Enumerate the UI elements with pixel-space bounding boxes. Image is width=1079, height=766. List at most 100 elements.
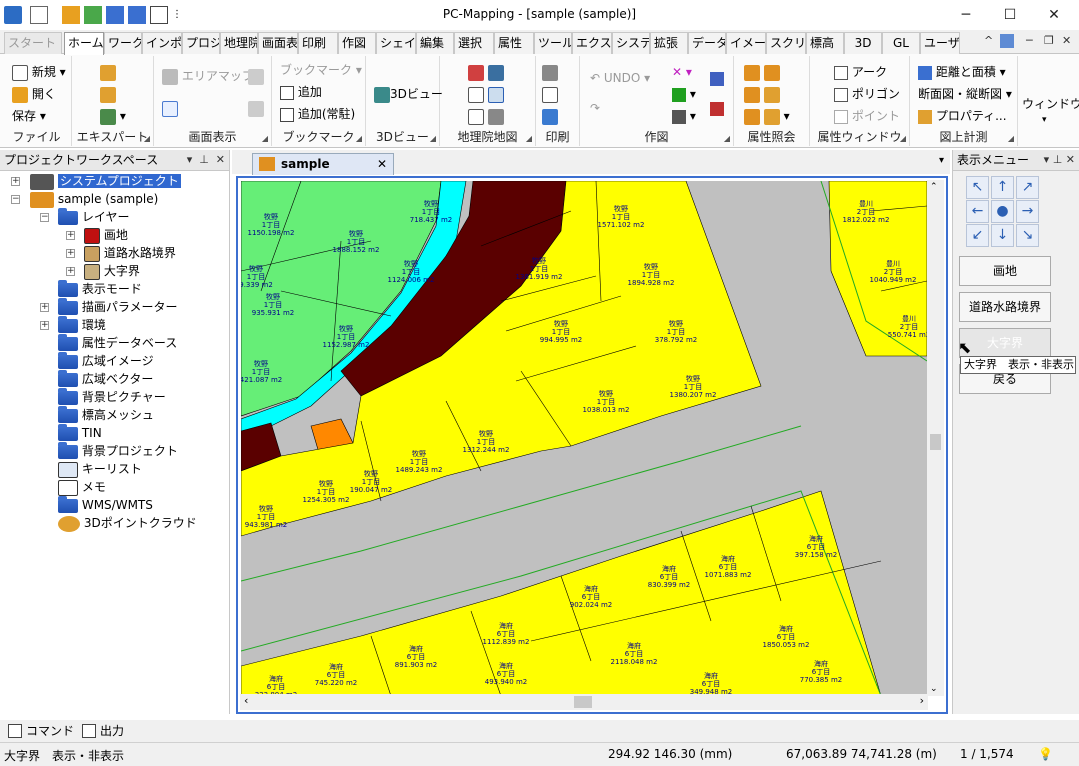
expand-icon[interactable]: + (66, 249, 75, 258)
toggle-oaza-button[interactable]: 大字界 (959, 328, 1051, 358)
tab-print[interactable]: 印刷 (298, 32, 338, 54)
tab-extension[interactable]: 拡張 (650, 32, 688, 54)
tree-item-bg-project[interactable]: 背景プロジェクト (58, 441, 178, 460)
expand-icon[interactable]: + (11, 177, 20, 186)
expert-tool-2-icon[interactable] (100, 84, 116, 104)
expand-icon[interactable]: + (66, 231, 75, 240)
tree-item-key-list[interactable]: キーリスト (58, 460, 142, 478)
section-button[interactable]: 断面図・縦断図 ▾ (918, 84, 1012, 104)
gsi-map-1-icon[interactable] (468, 62, 504, 82)
save-button[interactable]: 保存 ▾ (12, 106, 46, 126)
view-tool-2-icon[interactable] (248, 66, 264, 86)
bookmark-add-button[interactable]: 追加 (280, 82, 322, 102)
vertical-scrollbar[interactable]: ⌃ ⌄ (927, 180, 944, 696)
vertical-scroll-thumb[interactable] (930, 434, 941, 450)
print-preview-icon[interactable] (542, 84, 558, 104)
doc-minimize-button[interactable]: ─ (1026, 34, 1033, 47)
minimize-button[interactable]: ─ (943, 0, 989, 30)
tab-script[interactable]: スクリ (766, 32, 806, 54)
horizontal-scrollbar[interactable]: ‹ › (240, 694, 928, 710)
view-tool-3-icon[interactable] (248, 98, 264, 118)
expert-tool-3-icon[interactable]: ▾ (100, 106, 126, 126)
print-setup-icon[interactable] (542, 106, 558, 126)
tree-item-system-project[interactable]: システムプロジェクト (30, 172, 181, 190)
tree-item-elevation-mesh[interactable]: 標高メッシュ (58, 405, 154, 424)
map-view[interactable]: 牧野 1丁目 1150.198 m2 牧野 1丁目 1888.152 m2 牧野 1丁目 718… (236, 176, 948, 714)
document-list-dropdown-icon[interactable]: ▾ (939, 155, 944, 166)
horizontal-scroll-thumb[interactable] (574, 696, 592, 708)
tab-elevation[interactable]: 標高 (806, 32, 844, 54)
ribbon-collapse-button[interactable]: ^ (984, 34, 993, 47)
tree-item-environment[interactable]: 環境 (58, 315, 106, 334)
undo-button[interactable]: ↶ UNDO ▾ (590, 68, 650, 88)
doc-close-button[interactable]: ✕ (1062, 34, 1071, 47)
tab-tools[interactable]: ツール (534, 32, 572, 54)
pan-up-right-icon[interactable]: ↗ (1016, 176, 1039, 199)
tab-select[interactable]: 選択 (454, 32, 494, 54)
tab-3d[interactable]: 3D (844, 32, 882, 54)
tree-item-attr-db[interactable]: 属性データベース (58, 333, 177, 352)
scroll-left-icon[interactable]: ‹ (244, 694, 248, 707)
attr-tool-2-icon[interactable] (744, 84, 780, 104)
tab-gsi[interactable]: 地理院 (220, 32, 258, 54)
tab-system[interactable]: システ (612, 32, 650, 54)
scroll-down-icon[interactable]: ⌄ (930, 684, 938, 694)
pan-down-icon[interactable]: ↓ (991, 224, 1014, 247)
toggle-road-boundary-button[interactable]: 道路水路境界 (959, 292, 1051, 322)
point-button[interactable]: ポイント (834, 106, 900, 126)
area-map-button[interactable]: エリアマップ (162, 66, 254, 86)
tab-import[interactable]: インポー (142, 32, 182, 54)
tab-user[interactable]: ユーザ- (920, 32, 960, 54)
pan-up-left-icon[interactable]: ↖ (966, 176, 989, 199)
tree-item-sample[interactable]: sample (sample) (30, 190, 158, 208)
ribbon-options-icon[interactable] (1000, 34, 1014, 48)
tab-data[interactable]: データ (688, 32, 726, 54)
document-tab-close-icon[interactable]: ✕ (377, 154, 387, 174)
new-button[interactable]: 新規 ▾ (12, 62, 66, 82)
tree-item-wms[interactable]: WMS/WMTS (58, 495, 153, 514)
group-bookmark-launcher[interactable]: ◢ (356, 134, 362, 143)
pan-right-icon[interactable]: → (1016, 200, 1039, 223)
eraser-icon[interactable] (710, 68, 724, 88)
tab-project[interactable]: プロジ (182, 32, 220, 54)
gsi-map-2-icon[interactable] (468, 84, 504, 104)
clear-x-icon[interactable]: ✕ ▾ (672, 62, 692, 82)
tree-item-point-cloud[interactable]: 3Dポイントクラウド (58, 514, 197, 532)
pan-left-icon[interactable]: ← (966, 200, 989, 223)
tab-command[interactable]: コマンド (4, 722, 74, 740)
dropper-icon[interactable] (710, 98, 724, 118)
attr-tool-3-icon[interactable]: ▾ (744, 106, 790, 126)
polygon-button[interactable]: ポリゴン (834, 84, 900, 104)
collapse-icon[interactable]: − (40, 213, 49, 222)
group-draw-launcher[interactable]: ◢ (724, 134, 730, 143)
group-attr-window-launcher[interactable]: ◢ (900, 134, 906, 143)
group-measure-launcher[interactable]: ◢ (1008, 134, 1014, 143)
tab-draw[interactable]: 作図 (338, 32, 376, 54)
tab-shape[interactable]: シェイ (376, 32, 416, 54)
tab-home[interactable]: ホーム (64, 32, 104, 55)
pan-center-icon[interactable]: ● (991, 200, 1014, 223)
group-3dview-launcher[interactable]: ◢ (430, 134, 436, 143)
tab-output[interactable]: 出力 (78, 722, 124, 740)
tree-item-wide-image[interactable]: 広域イメージ (58, 351, 154, 370)
scroll-right-icon[interactable]: › (920, 694, 924, 707)
panel-controls[interactable]: ▾ ⊥ ✕ (187, 150, 225, 170)
tab-display[interactable]: 画面表 (258, 32, 298, 54)
tab-attribute[interactable]: 属性 (494, 32, 534, 54)
tree-item-bg-picture[interactable]: 背景ピクチャー (58, 387, 166, 406)
tab-image[interactable]: イメー (726, 32, 766, 54)
arc-button[interactable]: アーク (834, 62, 887, 82)
group-expert-launcher[interactable]: ◢ (144, 134, 150, 143)
distance-area-button[interactable]: 距離と面積 ▾ (918, 62, 1006, 82)
open-button[interactable]: 開く (12, 84, 56, 104)
print-icon[interactable] (542, 62, 558, 82)
doc-restore-button[interactable]: ❐ (1044, 34, 1054, 47)
lightbulb-icon[interactable]: 💡 (1038, 747, 1053, 761)
pan-down-right-icon[interactable]: ↘ (1016, 224, 1039, 247)
tree-item-memo[interactable]: メモ (58, 478, 106, 496)
maximize-button[interactable]: ☐ (987, 0, 1033, 30)
tab-gl[interactable]: GL (882, 32, 920, 54)
window-dropdown-icon[interactable]: ▾ (1042, 110, 1047, 130)
bookmark-add-always-button[interactable]: 追加(常駐) (280, 104, 355, 124)
expand-icon[interactable]: + (40, 321, 49, 330)
